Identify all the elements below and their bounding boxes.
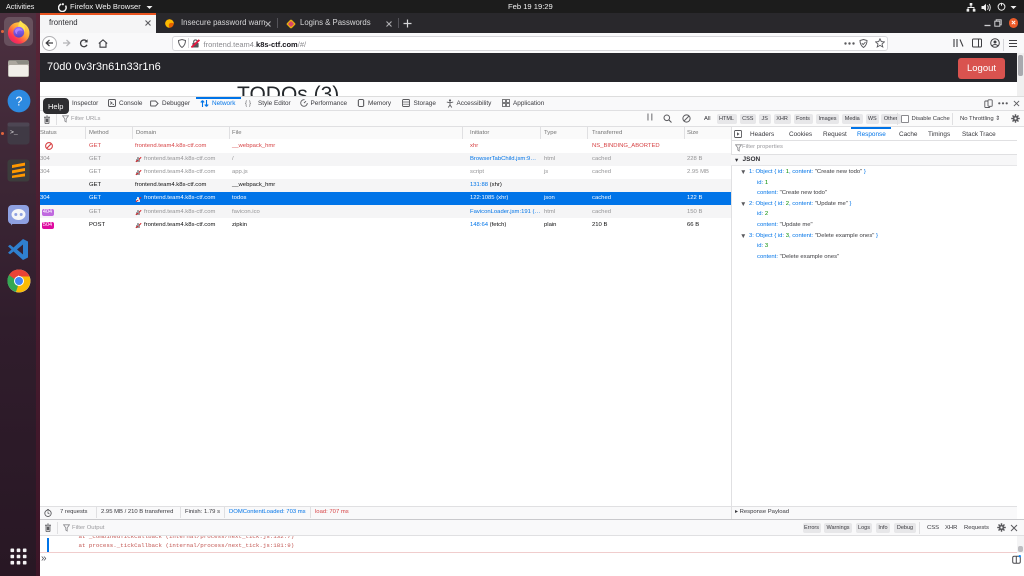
svg-text:>_: >_	[10, 129, 18, 136]
svg-text:?: ?	[16, 95, 23, 109]
